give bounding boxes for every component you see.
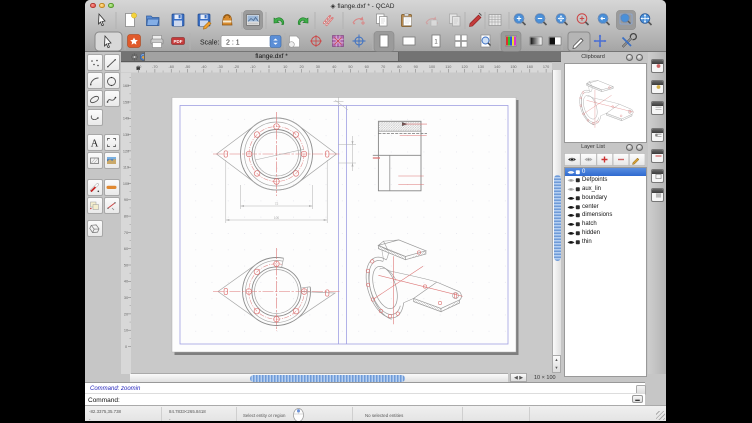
svg-text:-80: -80 xyxy=(136,65,142,69)
svg-text:70: 70 xyxy=(124,230,128,234)
svg-text:130: 130 xyxy=(478,65,484,69)
svg-text:130: 130 xyxy=(123,133,129,137)
svg-text:20: 20 xyxy=(299,65,303,69)
svg-text:120: 120 xyxy=(461,65,467,69)
svg-text:-40: -40 xyxy=(201,65,207,69)
svg-text:80: 80 xyxy=(124,214,128,218)
svg-text:-20: -20 xyxy=(234,65,240,69)
svg-text:40: 40 xyxy=(124,279,128,283)
svg-text:72: 72 xyxy=(275,202,279,206)
svg-text:120: 120 xyxy=(123,149,129,153)
svg-text:110: 110 xyxy=(445,65,451,69)
svg-text:-70: -70 xyxy=(152,65,158,69)
svg-text:10: 10 xyxy=(283,65,287,69)
svg-text:100: 100 xyxy=(429,65,435,69)
svg-text:90: 90 xyxy=(124,198,128,202)
svg-text:50: 50 xyxy=(348,65,352,69)
svg-text:20: 20 xyxy=(124,312,128,316)
svg-text:-60: -60 xyxy=(168,65,174,69)
svg-text:60: 60 xyxy=(365,65,369,69)
svg-text:90: 90 xyxy=(414,65,418,69)
svg-text:100: 100 xyxy=(274,216,280,220)
svg-text:110: 110 xyxy=(123,165,129,169)
svg-text:-30: -30 xyxy=(217,65,223,69)
svg-text:10: 10 xyxy=(124,328,128,332)
svg-text:80: 80 xyxy=(397,65,401,69)
svg-text:60: 60 xyxy=(124,247,128,251)
svg-text:150: 150 xyxy=(510,65,516,69)
svg-text:150: 150 xyxy=(123,100,129,104)
svg-text:0: 0 xyxy=(125,344,127,348)
svg-text:A: A xyxy=(91,139,99,149)
svg-text:-10: -10 xyxy=(250,65,256,69)
svg-text:40: 40 xyxy=(332,65,336,69)
svg-text:-50: -50 xyxy=(185,65,191,69)
svg-text:160: 160 xyxy=(527,65,533,69)
svg-text:170: 170 xyxy=(543,65,549,69)
svg-text:100: 100 xyxy=(123,181,129,185)
svg-text:2 : 1: 2 : 1 xyxy=(226,40,240,47)
svg-text:50: 50 xyxy=(124,263,128,267)
svg-text:30: 30 xyxy=(124,296,128,300)
svg-text:70: 70 xyxy=(381,65,385,69)
svg-text:0: 0 xyxy=(268,65,270,69)
svg-text:140: 140 xyxy=(123,116,129,120)
svg-text:Scale:: Scale: xyxy=(200,40,220,47)
svg-text:160: 160 xyxy=(123,84,129,88)
svg-text:140: 140 xyxy=(494,65,500,69)
svg-text:30: 30 xyxy=(316,65,320,69)
